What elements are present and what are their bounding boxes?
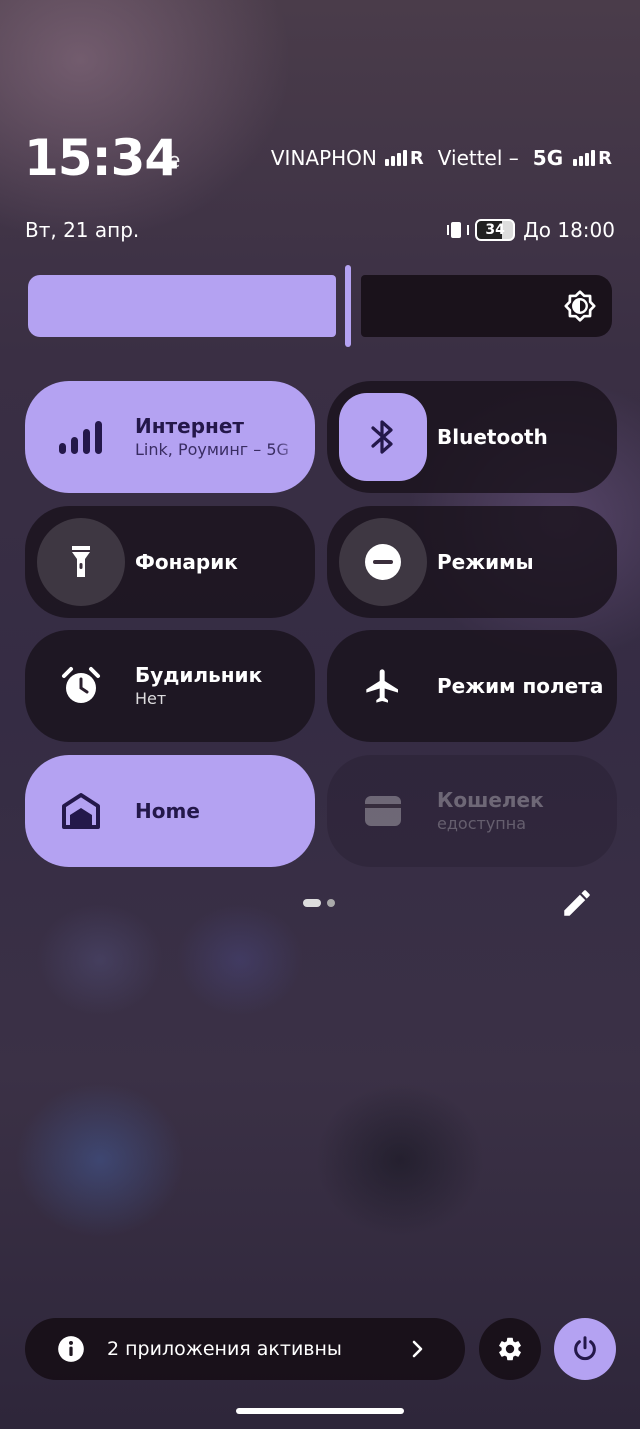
date[interactable]: Вт, 21 апр. [25,218,139,242]
signal-bars-icon [573,150,597,166]
page-indicator[interactable] [303,899,335,907]
tile-wallet-icon-wrap [339,767,427,855]
tile-bluetooth[interactable]: Bluetooth [327,381,617,493]
airplane-icon [366,669,398,703]
carrier-status: VINAPHON R Viettel – 5G R [257,146,612,170]
tile-modes-title: Режимы [437,550,534,574]
carrier-1: VINAPHON R [271,146,424,170]
brightness-auto-icon [564,290,596,322]
tile-airplane-title: Режим полета [437,674,604,698]
tile-flashlight-title: Фонарик [135,550,238,574]
network-type: 5G [532,146,564,170]
tile-internet-title: Интернет [135,414,245,438]
brightness-fill[interactable] [28,275,336,337]
tile-bluetooth-toggle[interactable] [339,393,427,481]
chevron-right-icon [412,1340,423,1358]
roaming-indicator-2: R [598,147,612,169]
carrier-2-name: Viettel – [437,146,519,170]
tile-internet-icon-wrap [37,393,125,481]
roaming-indicator-1: R [409,147,424,169]
alarm-until: До 18:00 [523,218,615,242]
tile-alarm-icon-wrap [37,642,125,730]
page-dot-active [303,899,321,907]
signal-bars-icon [59,421,102,454]
info-icon [58,1336,84,1362]
power-icon [574,1336,596,1361]
alarm-clock-icon [62,667,100,703]
tile-home-title: Home [135,799,200,823]
carrier-1-name: VINAPHON [270,146,377,170]
tile-wallet[interactable]: Кошелек едоступна [327,755,617,867]
tile-internet[interactable]: Интернет Link, Роуминг – 5G [25,381,315,493]
tile-wallet-subtitle: едоступна [437,814,527,833]
clock-suffix: е [168,148,181,172]
settings-button[interactable] [479,1318,541,1380]
carrier-2: Viettel – 5G R [438,146,612,170]
tile-bluetooth-title: Bluetooth [437,425,548,449]
battery-icon: 34 [475,219,516,241]
do-not-disturb-icon [365,544,401,580]
power-button[interactable] [554,1318,616,1380]
flashlight-icon [72,546,90,577]
vibrate-icon [447,220,470,240]
tile-flashlight[interactable]: Фонарик [25,506,315,618]
tile-modes[interactable]: Режимы [327,506,617,618]
tile-wallet-title: Кошелек [437,788,544,812]
status-indicators: 34 До 18:00 [447,218,615,242]
tile-modes-toggle[interactable] [339,518,427,606]
tile-alarm[interactable]: Будильник Нет [25,630,315,742]
gear-icon [499,1337,521,1361]
tile-internet-subtitle: Link, Роуминг – 5G [135,440,289,459]
wallet-icon [365,796,401,826]
page-dot [327,899,335,907]
brightness-handle[interactable] [345,265,351,347]
active-apps-label: 2 приложения активны [107,1338,342,1360]
tile-alarm-title: Будильник [135,663,263,687]
home-gesture-bar[interactable] [236,1408,404,1414]
tile-airplane-icon-wrap [339,642,427,730]
signal-bars-icon [384,150,409,166]
tile-alarm-subtitle: Нет [135,689,167,708]
home-icon [62,793,100,829]
tile-home[interactable]: Home [25,755,315,867]
clock[interactable]: 15:34 [24,128,179,188]
edit-pencil-icon[interactable] [560,886,594,920]
tile-flashlight-toggle[interactable] [37,518,125,606]
bluetooth-icon [371,420,393,454]
active-apps-button[interactable]: 2 приложения активны [25,1318,465,1380]
tile-home-icon-wrap [37,767,125,855]
tile-airplane-mode[interactable]: Режим полета [327,630,617,742]
